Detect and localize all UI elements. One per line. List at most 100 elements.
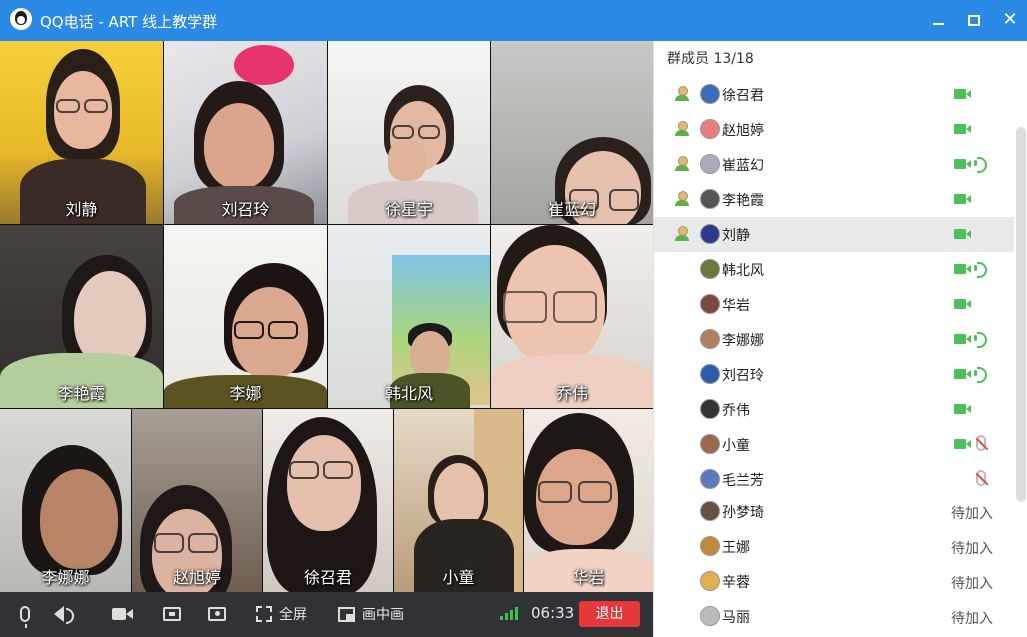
member-name: 韩北风 <box>722 263 764 279</box>
pip-button[interactable]: 画中画 <box>338 602 404 626</box>
member-name: 辛蓉 <box>722 575 750 591</box>
tile-name: 韩北风 <box>384 384 433 403</box>
member-row[interactable]: 辛蓉 待加入 <box>654 564 1014 599</box>
tile-name: 赵旭婷 <box>172 568 221 587</box>
member-row[interactable]: 刘召玲 <box>654 357 1014 392</box>
video-on-icon <box>954 299 971 309</box>
screen-share-icon <box>163 607 181 621</box>
member-row[interactable]: 徐召君 <box>654 77 1014 112</box>
member-row[interactable]: 王娜 待加入 <box>654 529 1014 564</box>
member-name: 马丽 <box>722 610 750 626</box>
avatar <box>700 154 720 174</box>
member-row[interactable]: 小童 <box>654 427 1014 462</box>
avatar <box>700 119 720 139</box>
mic-button[interactable] <box>20 602 30 628</box>
avatar <box>700 501 720 521</box>
member-role-icon <box>674 156 690 172</box>
fullscreen-label: 全屏 <box>279 607 307 623</box>
avatar <box>700 399 720 419</box>
video-on-icon <box>954 439 971 449</box>
member-row[interactable]: 毛兰芳 <box>654 462 1014 497</box>
video-tile[interactable]: 赵旭婷 <box>132 409 262 592</box>
video-tile[interactable]: 华岩 <box>524 409 653 592</box>
tile-name: 刘静 <box>65 200 98 219</box>
member-name: 赵旭婷 <box>722 123 764 139</box>
mic-muted-icon <box>976 470 986 486</box>
video-tile[interactable]: 徐星宇 <box>328 41 490 224</box>
members-header: 群成员 13/18 <box>667 51 754 67</box>
video-on-icon <box>954 89 971 99</box>
tile-name: 华岩 <box>572 568 605 587</box>
member-list: 徐召君 赵旭婷 崔蓝幻 李艳霞 刘静 韩北风 华岩 李娜娜 刘召玲 乔伟 小童 毛兰芳 孙梦琦 待加入 王娜… <box>654 77 1027 634</box>
member-row[interactable]: 赵旭婷 <box>654 112 1014 147</box>
screen-share-button[interactable] <box>163 602 181 626</box>
video-on-icon <box>954 229 971 239</box>
fullscreen-button[interactable]: 全屏 <box>256 602 307 626</box>
tile-name: 徐星宇 <box>384 200 433 219</box>
fullscreen-icon <box>256 606 272 622</box>
tile-name: 李艳霞 <box>57 384 106 403</box>
maximize-button[interactable] <box>961 7 987 33</box>
avatar <box>700 294 720 314</box>
avatar <box>700 189 720 209</box>
member-name: 刘静 <box>722 228 750 244</box>
video-on-icon <box>954 404 971 414</box>
video-tile[interactable]: 刘召玲 <box>164 41 327 224</box>
video-on-icon <box>954 124 971 134</box>
signal-strength-icon <box>500 606 518 620</box>
video-tile[interactable]: 李艳霞 <box>0 225 163 408</box>
member-name: 王娜 <box>722 540 750 556</box>
member-row[interactable]: 韩北风 <box>654 252 1014 287</box>
window-title: QQ电话 - ART 线上教学群 <box>40 13 218 31</box>
avatar <box>700 606 720 626</box>
member-name: 崔蓝幻 <box>722 158 764 174</box>
camera-icon <box>112 608 133 620</box>
video-tile[interactable]: 刘静 <box>0 41 163 224</box>
video-tile[interactable]: 韩北风 <box>328 225 490 408</box>
avatar <box>700 469 720 489</box>
present-button[interactable] <box>208 602 226 626</box>
minimize-button[interactable] <box>925 7 951 33</box>
members-scrollbar[interactable] <box>1016 127 1026 502</box>
video-tile[interactable]: 乔伟 <box>491 225 653 408</box>
speaker-button[interactable] <box>54 602 74 626</box>
avatar <box>700 434 720 454</box>
member-name: 李艳霞 <box>722 193 764 209</box>
member-row[interactable]: 刘静 <box>654 217 1014 252</box>
video-tile[interactable]: 李娜 <box>164 225 327 408</box>
video-tile[interactable]: 崔蓝幻 <box>491 41 653 224</box>
member-row[interactable]: 李娜娜 <box>654 322 1014 357</box>
member-status: 待加入 <box>951 611 993 627</box>
mic-muted-icon <box>976 435 986 451</box>
member-row[interactable]: 李艳霞 <box>654 182 1014 217</box>
video-tile[interactable]: 小童 <box>394 409 523 592</box>
member-row[interactable]: 马丽 待加入 <box>654 599 1014 634</box>
speaker-icon <box>54 606 74 624</box>
qq-logo-icon <box>10 8 32 30</box>
video-on-icon <box>954 264 971 274</box>
member-name: 徐召君 <box>722 88 764 104</box>
member-row[interactable]: 孙梦琦 待加入 <box>654 494 1014 529</box>
member-role-icon <box>674 226 690 242</box>
member-name: 孙梦琦 <box>722 505 764 521</box>
members-panel: 群成员 13/18 徐召君赵旭婷崔蓝幻李艳霞刘静韩北风华岩 李娜娜 刘召玲 乔伟 小童毛… <box>653 41 1027 637</box>
avatar <box>700 364 720 384</box>
video-tile[interactable]: 李娜娜 <box>0 409 131 592</box>
video-on-icon <box>954 369 971 379</box>
member-row[interactable]: 华岩 <box>654 287 1014 322</box>
video-tile[interactable]: 徐召君 <box>263 409 393 592</box>
avatar <box>700 571 720 591</box>
tile-name: 乔伟 <box>555 384 588 403</box>
call-toolbar: 全屏 画中画 06:33 退出 <box>0 592 653 637</box>
tile-name: 刘召玲 <box>221 200 270 219</box>
close-button[interactable]: ✕ <box>997 7 1023 33</box>
member-row[interactable]: 乔伟 <box>654 392 1014 427</box>
tile-name: 李娜 <box>229 384 262 403</box>
exit-button[interactable]: 退出 <box>579 601 640 627</box>
pip-label: 画中画 <box>362 607 404 623</box>
member-row[interactable]: 崔蓝幻 <box>654 147 1014 182</box>
camera-button[interactable] <box>112 602 133 626</box>
picture-in-picture-icon <box>338 606 355 622</box>
member-status: 待加入 <box>951 541 993 557</box>
avatar <box>700 224 720 244</box>
